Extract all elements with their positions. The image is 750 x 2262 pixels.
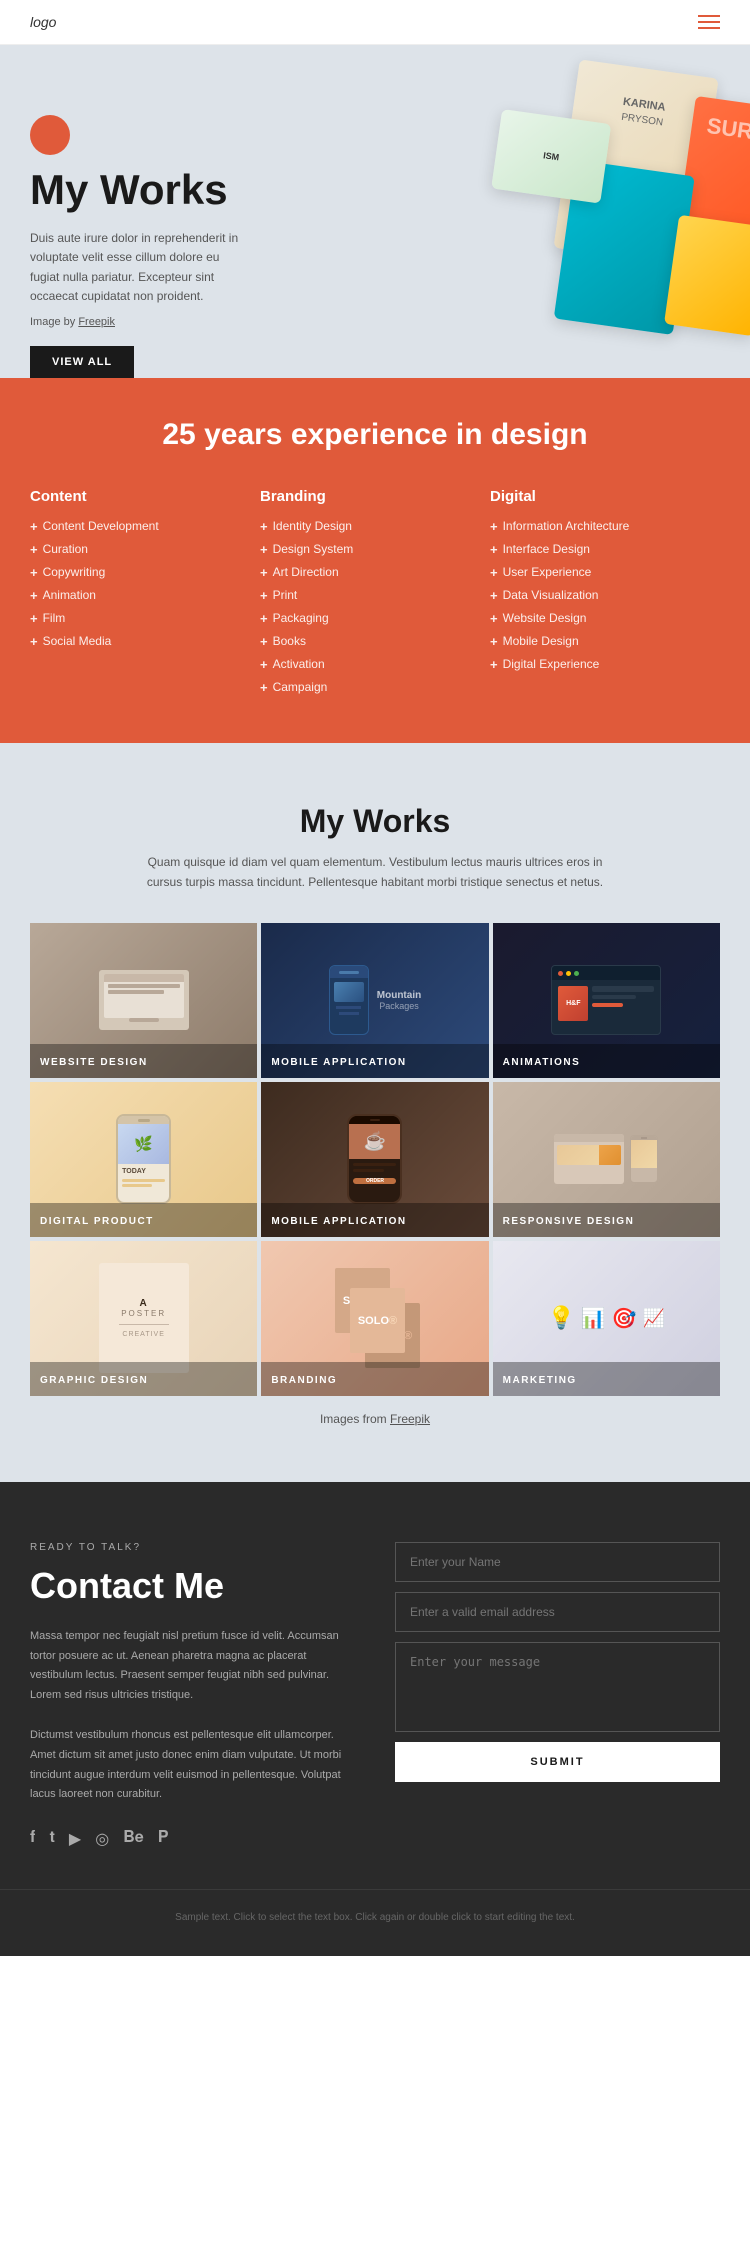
exp-item: + Data Visualization (490, 588, 720, 603)
digital-column-title: Digital (490, 488, 720, 505)
exp-item: + Website Design (490, 611, 720, 626)
work-label-marketing: MARKETING (503, 1375, 577, 1386)
work-item-graphic-design[interactable]: A POSTER CREATIVE GRAPHIC DESIGN (30, 1241, 257, 1396)
footer-note-text: Sample text. Click to select the text bo… (30, 1910, 720, 1926)
freepik-link-works[interactable]: Freepik (390, 1412, 430, 1426)
email-input[interactable] (395, 1592, 720, 1632)
experience-title: 25 years experience in design (30, 418, 720, 452)
digital-column: Digital + Information Architecture + Int… (490, 488, 720, 703)
menu-line-3 (698, 27, 720, 29)
contact-section: READY TO TALK? Contact Me Massa tempor n… (0, 1482, 750, 1889)
footer-note-section: Sample text. Click to select the text bo… (0, 1889, 750, 1956)
work-item-mobile-app-1[interactable]: Mountain Packages MOBILE APPLICATION (261, 923, 488, 1078)
work-overlay: DIGITAL PRODUCT (30, 1203, 257, 1237)
work-item-website-design[interactable]: WEBSITE DESIGN (30, 923, 257, 1078)
work-overlay: BRANDING (261, 1362, 488, 1396)
hero-description: Duis aute irure dolor in reprehenderit i… (30, 229, 250, 306)
contact-socials: 𝐟 𝐭 ▶ ◎ 𝐁𝐞 𝐏 (30, 1829, 355, 1849)
experience-section: 25 years experience in design Content + … (0, 378, 750, 743)
contact-left: READY TO TALK? Contact Me Massa tempor n… (30, 1542, 355, 1849)
exp-item: + Curation (30, 542, 260, 557)
exp-item: + Print (260, 588, 490, 603)
contact-right: SUBMIT (395, 1542, 720, 1782)
hero-card-5: ISM (491, 109, 611, 204)
exp-item: + Books (260, 634, 490, 649)
behance-icon[interactable]: 𝐁𝐞 (123, 1829, 144, 1849)
facebook-icon[interactable]: 𝐟 (30, 1829, 36, 1849)
work-label-graphic: GRAPHIC DESIGN (40, 1375, 148, 1386)
work-overlay: WEBSITE DESIGN (30, 1044, 257, 1078)
content-column: Content + Content Development + Curation… (30, 488, 260, 703)
exp-item: + Animation (30, 588, 260, 603)
exp-item: + User Experience (490, 565, 720, 580)
works-section-description: Quam quisque id diam vel quam elementum.… (145, 852, 605, 893)
exp-item: + Mobile Design (490, 634, 720, 649)
logo: logo (30, 14, 56, 30)
submit-button[interactable]: SUBMIT (395, 1742, 720, 1782)
work-label-website: WEBSITE DESIGN (40, 1057, 148, 1068)
exp-item: + Identity Design (260, 519, 490, 534)
exp-item-information-architecture: + Information Architecture (490, 519, 720, 534)
work-label-mobile2: MOBILE APPLICATION (271, 1216, 406, 1227)
branding-column: Branding + Identity Design + Design Syst… (260, 488, 490, 703)
navigation: logo (0, 0, 750, 45)
contact-description-1: Massa tempor nec feugialt nisl pretium f… (30, 1627, 355, 1706)
exp-item: + Social Media (30, 634, 260, 649)
work-item-branding[interactable]: SOLO® SOLO® SOLO® BRANDING (261, 1241, 488, 1396)
hero-dot (30, 115, 70, 155)
exp-item: + Digital Experience (490, 657, 720, 672)
instagram-icon[interactable]: ◎ (95, 1829, 109, 1849)
work-overlay: RESPONSIVE DESIGN (493, 1203, 720, 1237)
menu-line-1 (698, 15, 720, 17)
twitter-icon[interactable]: 𝐭 (50, 1829, 55, 1849)
work-label-mobile1: MOBILE APPLICATION (271, 1057, 406, 1068)
work-item-marketing[interactable]: 💡 📊 🎯 📈 MARKETING (493, 1241, 720, 1396)
works-grid: WEBSITE DESIGN (30, 923, 720, 1396)
works-section-title: My Works (30, 803, 720, 840)
exp-item: + Design System (260, 542, 490, 557)
exp-item: + Content Development (30, 519, 260, 534)
works-section: My Works Quam quisque id diam vel quam e… (0, 743, 750, 1482)
hero-card-4 (664, 215, 750, 336)
work-item-digital-product[interactable]: 🌿 TODAY DIGITAL PRODUCT (30, 1082, 257, 1237)
hero-section: My Works Duis aute irure dolor in repreh… (0, 45, 750, 378)
freepik-link[interactable]: Freepik (78, 316, 115, 328)
work-item-responsive-design[interactable]: RESPONSIVE DESIGN (493, 1082, 720, 1237)
exp-item: + Packaging (260, 611, 490, 626)
work-overlay: MARKETING (493, 1362, 720, 1396)
exp-item: + Copywriting (30, 565, 260, 580)
exp-item: + Campaign (260, 680, 490, 695)
work-label-digital: DIGITAL PRODUCT (40, 1216, 154, 1227)
content-column-title: Content (30, 488, 260, 505)
experience-columns: Content + Content Development + Curation… (30, 488, 720, 703)
work-overlay: GRAPHIC DESIGN (30, 1362, 257, 1396)
name-input[interactable] (395, 1542, 720, 1582)
message-input[interactable] (395, 1642, 720, 1732)
pinterest-icon[interactable]: 𝐏 (158, 1829, 169, 1849)
contact-tag: READY TO TALK? (30, 1542, 355, 1553)
view-all-button[interactable]: VIEW ALL (30, 346, 134, 378)
work-item-mobile-app-2[interactable]: ☕ ORDER MOBILE APPLICATION (261, 1082, 488, 1237)
work-overlay: MOBILE APPLICATION (261, 1203, 488, 1237)
exp-item: + Art Direction (260, 565, 490, 580)
menu-line-2 (698, 21, 720, 23)
work-overlay: MOBILE APPLICATION (261, 1044, 488, 1078)
youtube-icon[interactable]: ▶ (69, 1829, 81, 1849)
exp-item-interface-design: + Interface Design (490, 542, 720, 557)
work-label-branding: BRANDING (271, 1375, 337, 1386)
work-overlay: ANIMATIONS (493, 1044, 720, 1078)
hamburger-menu[interactable] (698, 15, 720, 29)
contact-form: SUBMIT (395, 1542, 720, 1782)
exp-item: + Activation (260, 657, 490, 672)
contact-title: Contact Me (30, 1565, 355, 1607)
works-image-credit: Images from Freepik (30, 1396, 720, 1442)
work-label-responsive: RESPONSIVE DESIGN (503, 1216, 635, 1227)
exp-item: + Film (30, 611, 260, 626)
hero-image-stack: KARINA PRYSON SUR ISM (422, 45, 750, 367)
branding-column-title: Branding (260, 488, 490, 505)
work-label-animations: ANIMATIONS (503, 1057, 581, 1068)
contact-description-2: Dictumst vestibulum rhoncus est pellente… (30, 1726, 355, 1805)
work-item-animations[interactable]: H&F ANIMATIONS (493, 923, 720, 1078)
